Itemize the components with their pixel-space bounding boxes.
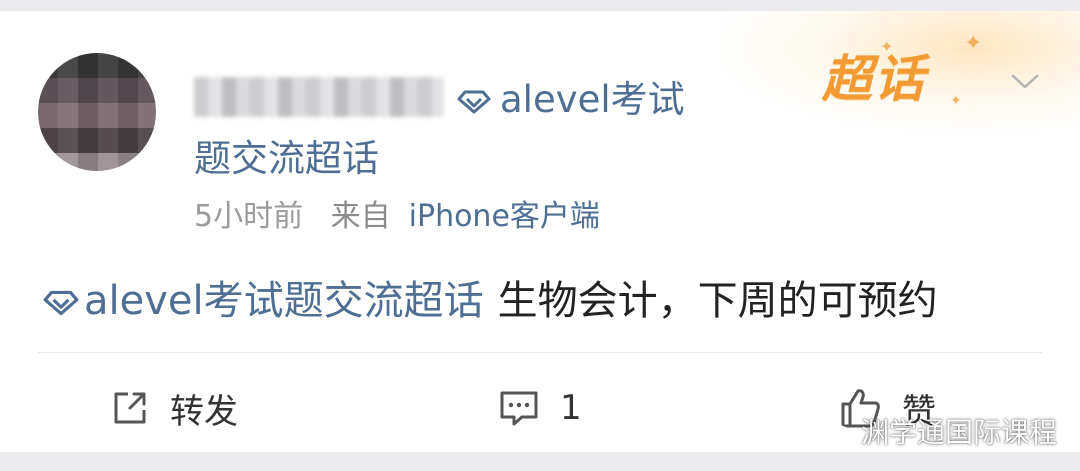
comment-button[interactable]: 1 (498, 383, 582, 433)
username-blurred[interactable] (194, 77, 444, 117)
share-icon (114, 392, 146, 424)
post-content: alevel考试题交流超话 生物会计，下周的可预约 (42, 275, 938, 327)
topic-name-line1: alevel考试 (500, 78, 685, 121)
sparkle-icon: ✦ (950, 93, 962, 109)
post-meta: 5小时前 来自 iPhone客户端 (194, 197, 600, 237)
repost-label: 转发 (170, 391, 238, 432)
watermark-text: 渊学通国际课程 (861, 416, 1058, 449)
content-topic-tag[interactable]: alevel考试题交流超话 (84, 278, 484, 324)
post-source: 来自 iPhone客户端 (331, 199, 600, 234)
topic-name-line2[interactable]: 题交流超话 (194, 135, 379, 183)
wechat-icon (815, 416, 852, 445)
diamond-icon (457, 90, 491, 113)
post-card: alevel考试 题交流超话 5小时前 来自 iPhone客户端 超话 ✦ ✦ ✦… (0, 11, 1080, 452)
supertopic-badge[interactable]: 超话 (822, 49, 926, 109)
source-prefix: 来自 (330, 199, 391, 234)
topic-link[interactable]: alevel考试 (456, 76, 685, 124)
avatar[interactable] (38, 53, 156, 171)
sparkle-icon: ✦ (880, 37, 894, 56)
source-device: iPhone客户端 (408, 199, 600, 234)
diamond-icon (43, 290, 79, 316)
watermark: 渊学通国际课程 (815, 411, 1057, 451)
content-text: 生物会计，下周的可预约 (497, 278, 938, 324)
chevron-down-icon[interactable] (1010, 71, 1040, 91)
divider (38, 352, 1042, 353)
repost-button[interactable]: 转发 (110, 383, 238, 433)
sparkle-icon: ✦ (964, 31, 983, 56)
post-time: 5小时前 (194, 199, 304, 234)
comment-icon (500, 391, 538, 426)
comment-count: 1 (560, 388, 582, 428)
